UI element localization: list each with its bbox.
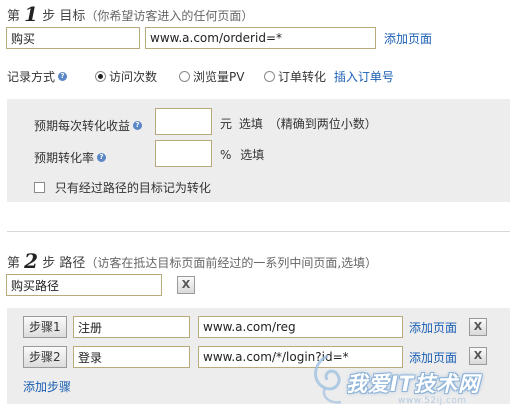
step2-url-input[interactable]	[198, 346, 403, 368]
help-icon[interactable]: ?	[97, 153, 107, 162]
add-step-link[interactable]: 添加步骤	[23, 378, 71, 395]
step1-add-page-link[interactable]: 添加页面	[384, 30, 432, 47]
rate-note: 选填	[240, 148, 265, 162]
radio-order-label: 订单转化	[278, 70, 327, 84]
insert-order-link[interactable]: 插入订单号	[334, 70, 394, 84]
radio-order-control[interactable]	[264, 71, 275, 82]
step1-add-page-link2[interactable]: 添加页面	[409, 319, 457, 336]
revenue-label-wrap: 预期每次转化收益?	[34, 117, 143, 134]
step2-hint: （访客在抵达目标页面前经过的一系列中间页面,选填）	[85, 256, 378, 270]
step2-heading: 第 2 步 路径（访客在抵达目标页面前经过的一系列中间页面,选填）	[7, 248, 378, 273]
watermark-brand: 我爱IT技术网	[346, 372, 481, 396]
path-only-checkbox[interactable]	[34, 182, 45, 193]
record-method: 记录方式?	[7, 68, 68, 85]
path-name-input[interactable]	[6, 274, 162, 296]
radio-visits[interactable]: 访问次数	[95, 68, 157, 85]
watermark-url: www.52ij.com	[398, 396, 467, 406]
record-method-label: 记录方式	[7, 70, 56, 84]
path-only-label: 只有经过路径的目标记为转化	[54, 181, 211, 195]
step2-title: 步 路径	[42, 256, 86, 271]
revenue-note: 选填	[238, 117, 263, 131]
goal-name-input[interactable]	[6, 27, 140, 49]
step1-label-button[interactable]: 步骤1	[23, 316, 67, 338]
remove-step2-button[interactable]: X	[469, 347, 487, 365]
step2-prefix: 第	[7, 256, 21, 271]
help-icon[interactable]: ?	[58, 72, 68, 81]
radio-visits-label: 访问次数	[109, 70, 158, 84]
step1-url-input[interactable]	[198, 316, 403, 338]
step1-title: 步 目标	[42, 9, 86, 24]
path-only-option[interactable]: 只有经过路径的目标记为转化	[34, 179, 211, 196]
step2-add-page-link[interactable]: 添加页面	[409, 349, 457, 366]
section-divider	[7, 231, 510, 232]
remove-step1-button[interactable]: X	[469, 318, 487, 336]
revenue-unit-wrap: 元 选填 （精确到两位小数）	[220, 115, 377, 132]
radio-order-conversion[interactable]: 订单转化 插入订单号	[264, 68, 394, 85]
step1-name-input[interactable]	[73, 316, 190, 338]
step2-label-button[interactable]: 步骤2	[23, 346, 67, 368]
radio-visits-control[interactable]	[95, 71, 106, 82]
remove-path-button[interactable]: X	[177, 276, 195, 294]
help-icon[interactable]: ?	[133, 121, 143, 130]
step2-name-input[interactable]	[73, 346, 190, 368]
goal-url-input[interactable]	[145, 27, 376, 49]
rate-unit-wrap: % 选填	[220, 146, 264, 163]
step1-heading: 第 1 步 目标（你希望访客进入的任何页面）	[7, 1, 254, 26]
radio-pageviews[interactable]: 浏览量PV	[179, 68, 244, 85]
rate-label-wrap: 预期转化率?	[34, 149, 107, 166]
revenue-hint: （精确到两位小数）	[268, 117, 377, 131]
step1-prefix: 第	[7, 9, 21, 24]
revenue-unit: 元	[220, 117, 233, 131]
rate-label: 预期转化率	[34, 151, 95, 165]
step1-hint: （你希望访客进入的任何页面）	[85, 9, 254, 23]
step1-number: 1	[24, 2, 39, 26]
rate-unit: %	[220, 148, 232, 162]
radio-pageviews-label: 浏览量PV	[193, 70, 245, 84]
revenue-label: 预期每次转化收益	[34, 119, 131, 133]
step2-number: 2	[24, 249, 39, 273]
revenue-input[interactable]	[155, 108, 212, 135]
rate-input[interactable]	[155, 140, 212, 167]
radio-pageviews-control[interactable]	[179, 71, 190, 82]
